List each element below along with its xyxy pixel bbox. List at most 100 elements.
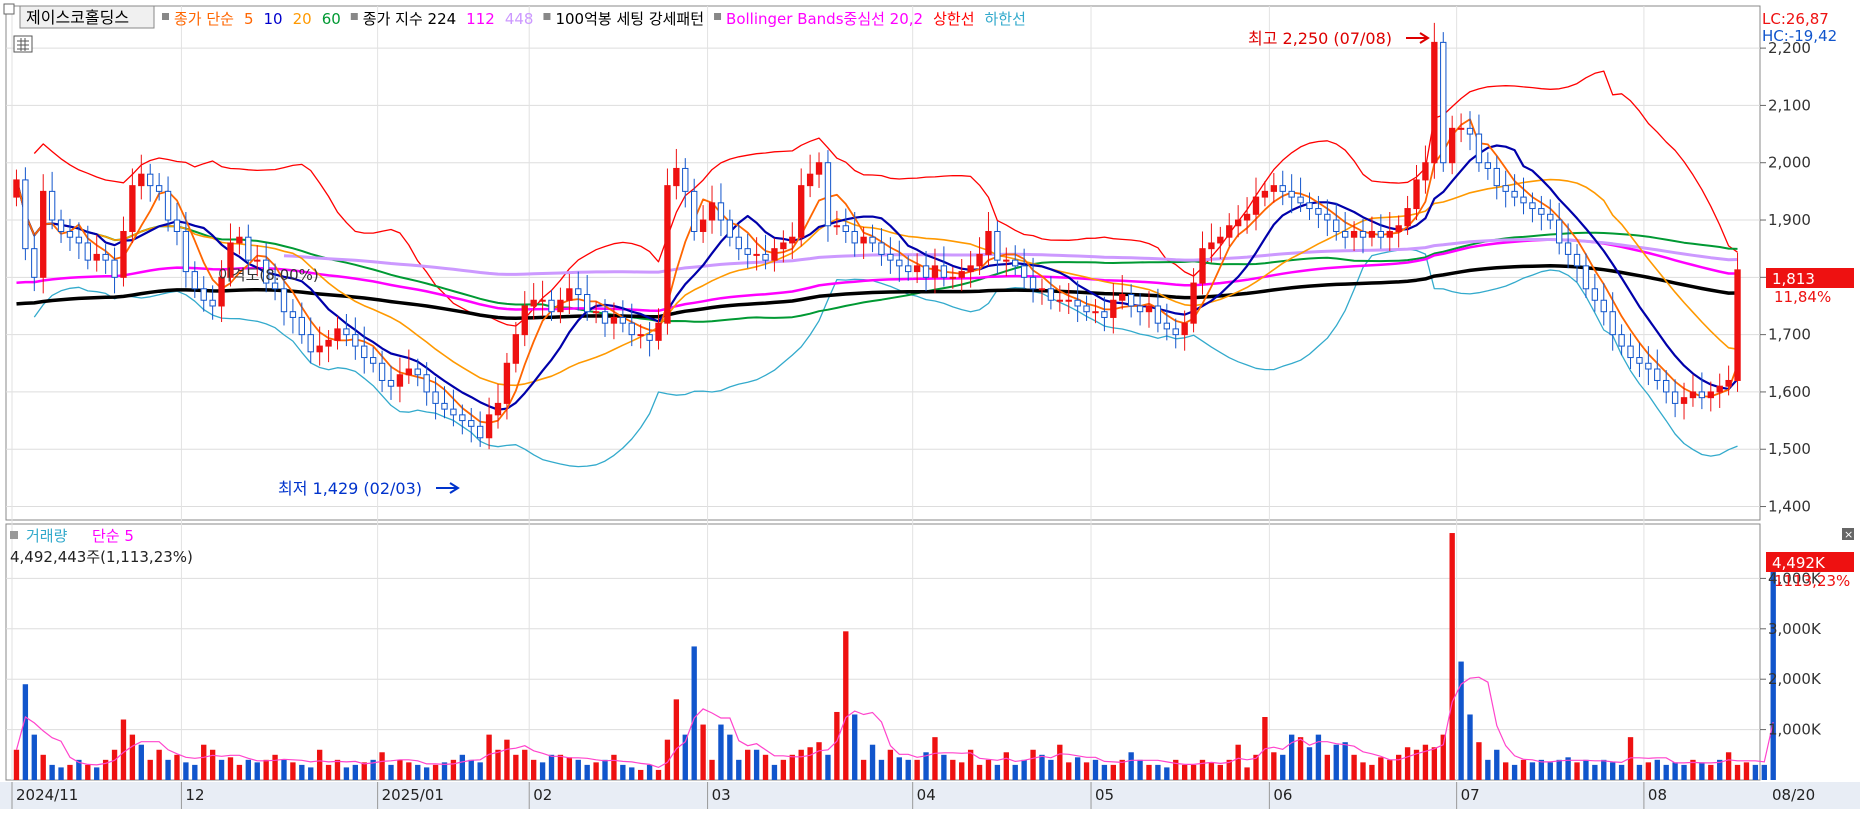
candle-body [93,253,100,261]
stock-name: 제이스코홀딩스 [26,8,129,27]
volume-bar [397,759,403,780]
legend-bullet [543,13,551,20]
candle-body [1431,41,1438,164]
volume-bar [1369,764,1375,780]
calculator-icon[interactable] [13,35,33,53]
volume-bar [513,754,519,780]
candle-body [378,362,386,381]
volume-bar [736,759,742,780]
stock-chart[interactable]: 2,2002,1002,0001,9001,8001,7001,6001,500… [0,0,1860,809]
candle-body [1582,265,1590,290]
volume-bar [254,762,260,780]
candle-body [1136,305,1144,313]
legend-item: 종가 지수 224 [363,10,456,28]
candle-body [48,190,56,221]
candle-body [361,345,368,359]
volume-latest-pct: 1113,23% [1774,572,1850,590]
candle-body [1065,299,1072,302]
volume-bar [1244,767,1250,780]
volume-bar [1137,759,1143,780]
candle-body [503,362,511,404]
candle-body [334,328,341,341]
candle-body [1163,322,1170,330]
candle-body [102,253,109,261]
volume-bar [566,757,573,780]
candle-body [762,253,769,261]
candle-body [209,299,216,307]
candle-body [673,167,680,187]
volume-bar [1681,764,1687,780]
candle-body [369,357,377,364]
candle-body [1279,185,1286,192]
volume-bar [825,754,831,780]
candle-body [512,334,520,364]
volume-bar [1280,754,1286,780]
candle-body [521,305,528,336]
candle-body [869,236,876,244]
volume-bar [406,762,412,780]
candle-body [994,230,1001,261]
candle-body [1716,385,1723,393]
candle-body [610,316,618,324]
volume-bar [602,759,608,780]
volume-bar [1654,759,1660,780]
candle-body [1368,230,1376,238]
volume-bar [1039,754,1045,780]
candle-body [84,242,91,261]
volume-bar [1520,759,1527,780]
volume-bar [1574,762,1580,780]
candle-body [887,253,894,261]
volume-bar [1217,764,1223,780]
candle-body [931,265,939,278]
volume-bar [325,764,332,780]
candle-body [111,259,118,278]
volume-bar [343,767,350,780]
volume-bar [67,764,73,780]
volume-bar [1734,764,1741,780]
candle-body [432,391,439,404]
candle-body [450,408,457,416]
volume-bar [1208,762,1215,780]
volume-tick-label: 1,000K [1768,721,1822,739]
volume-bar [290,762,296,780]
volume-bar [584,764,590,780]
current-price: 1,813 [1772,270,1815,288]
volume-bar [1128,752,1134,780]
volume-bar [1431,747,1438,780]
volume-bar [120,719,127,780]
candle-body [1475,133,1483,164]
volume-bar [201,744,207,780]
volume-legend-box[interactable] [10,531,18,539]
candle-body [396,374,404,387]
candle-body [530,299,537,307]
volume-bar [1146,764,1152,780]
candle-body [833,225,841,228]
candle-body [985,230,992,255]
candle-body [1226,225,1233,238]
volume-bar [1048,759,1054,780]
date-tick-label: 08 [1648,786,1667,804]
volume-bar [1306,747,1313,780]
volume-bar [22,684,29,780]
volume-bar [593,762,599,780]
candle-body [878,242,885,255]
volume-bar [611,754,617,780]
candle-body [1217,236,1224,244]
volume-bar [789,754,795,780]
volume-bar [896,757,902,780]
volume-bar [263,759,269,780]
volume-bar [477,762,483,780]
volume-bar [807,747,813,780]
candle-body [896,259,903,267]
chart-window: 2,2002,1002,0001,9001,8001,7001,6001,500… [0,0,1860,809]
candle-body [155,185,163,192]
candle-body [824,162,832,227]
candle-body [1457,127,1465,130]
volume-bar [174,754,180,780]
candle-body [298,316,305,336]
candle-body [1324,213,1331,221]
volume-bar [816,742,822,780]
volume-bar [1761,764,1767,780]
volume-bar [236,764,243,780]
candle-body [254,259,261,262]
